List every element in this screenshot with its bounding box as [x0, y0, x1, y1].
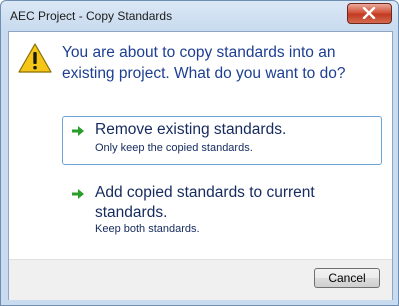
close-icon [362, 7, 376, 19]
option-title: Add copied standards to current standard… [95, 184, 315, 221]
window-title: AEC Project - Copy Standards [10, 9, 173, 23]
option-title: Remove existing standards. [95, 121, 287, 138]
green-arrow-icon [72, 189, 84, 199]
remove-existing-standards-option[interactable]: Remove existing standards. Only keep the… [62, 116, 382, 165]
cancel-button[interactable]: Cancel [314, 268, 380, 288]
option-note: Only keep the copied standards. [95, 142, 253, 154]
close-button[interactable] [347, 3, 392, 24]
dialog-body: You are about to copy standards into an … [8, 31, 393, 300]
button-bar: Cancel [9, 259, 392, 300]
title-bar[interactable]: AEC Project - Copy Standards [1, 1, 398, 31]
add-copied-standards-option[interactable]: Add copied standards to current standard… [62, 179, 382, 244]
main-instruction: You are about to copy standards into an … [62, 44, 346, 82]
warning-icon [18, 43, 52, 73]
dialog-window: AEC Project - Copy Standards You are abo… [0, 0, 399, 306]
option-note: Keep both standards. [95, 223, 200, 235]
green-arrow-icon [72, 126, 84, 136]
